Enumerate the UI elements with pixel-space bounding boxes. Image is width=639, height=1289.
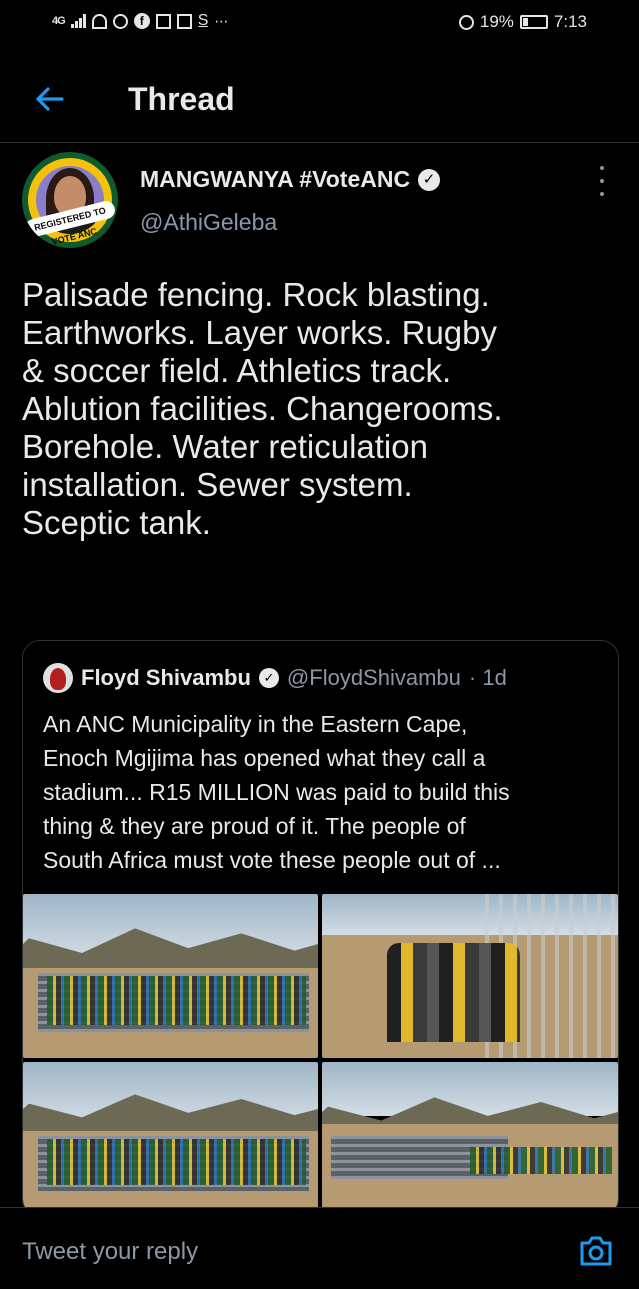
tweet-text: Palisade fencing. Rock blasting. Earthwo… (22, 276, 618, 542)
gallery-icon (176, 13, 192, 29)
tweet-text-line: Palisade fencing. Rock blasting. (22, 276, 490, 313)
tweet-text-line: installation. Sewer system. (22, 466, 413, 503)
tweet-text-line: Borehole. Water reticulation (22, 428, 428, 465)
quoted-text-line: South Africa must vote these people out … (43, 847, 501, 873)
author-name[interactable]: MANGWANYA #VoteANC (140, 166, 410, 193)
alarm-icon (458, 14, 474, 30)
quoted-tweet-header: Floyd Shivambu ✓ @FloydShivambu · 1d (43, 663, 507, 693)
quoted-text-line: Enoch Mgijima has opened what they call … (43, 745, 486, 771)
quoted-tweet-text: An ANC Municipality in the Eastern Cape,… (43, 707, 603, 877)
status-bar-right: 19% 7:13 (458, 12, 587, 32)
author-avatar[interactable]: REGISTERED TO VOTE ANC (22, 152, 118, 248)
reply-input[interactable]: Tweet your reply (22, 1238, 198, 1266)
status-bar-left: 4G f S̲ ⋯ (52, 12, 228, 30)
tweet-text-line: Ablution facilities. Changerooms. (22, 390, 503, 427)
news-icon (155, 13, 171, 29)
tweet-text-line: Earthworks. Layer works. Rugby (22, 314, 498, 351)
media-photo[interactable] (23, 894, 318, 1058)
media-grid (23, 894, 618, 1216)
quoted-author-avatar (43, 663, 73, 693)
quoted-timestamp: · 1d (468, 665, 507, 690)
app-header: Thread (0, 62, 639, 143)
author-handle[interactable]: @AthiGeleba (140, 209, 277, 236)
battery-percent: 19% (479, 12, 514, 31)
tweet-text-line: Sceptic tank. (22, 504, 211, 541)
back-arrow-icon[interactable] (30, 80, 68, 118)
signal-icon (70, 14, 86, 28)
quoted-text-line: stadium... R15 MILLION was paid to build… (43, 779, 510, 805)
currency-icon: S̲ (197, 12, 209, 29)
tweet-text-line: & soccer field. Athletics track. (22, 352, 452, 389)
media-photo[interactable] (23, 1062, 318, 1216)
quoted-tweet[interactable]: Floyd Shivambu ✓ @FloydShivambu · 1d An … (22, 640, 619, 1217)
more-notifications-icon: ⋯ (214, 12, 229, 29)
media-photo[interactable] (322, 1062, 618, 1216)
quoted-author-handle: @FloydShivambu (286, 665, 461, 690)
quoted-text-line: An ANC Municipality in the Eastern Cape, (43, 711, 468, 737)
reply-bar: Tweet your reply (0, 1207, 639, 1289)
author-name-row[interactable]: MANGWANYA #VoteANC ✓ (140, 166, 441, 193)
media-photo[interactable] (322, 894, 618, 1058)
quoted-text-line: thing & they are proud of it. The people… (43, 813, 466, 839)
facebook-icon: f (133, 13, 150, 29)
verified-badge-icon: ✓ (418, 168, 441, 191)
more-options-icon[interactable] (597, 166, 607, 196)
clock: 7:13 (553, 12, 587, 31)
battery-icon (519, 15, 548, 29)
network-type: 4G (52, 15, 66, 27)
wifi-icon (91, 13, 107, 29)
camera-icon[interactable] (578, 1233, 614, 1269)
quoted-author-name: Floyd Shivambu (81, 665, 251, 690)
status-bar: 4G f S̲ ⋯ 19% 7:13 (0, 0, 639, 46)
page-title: Thread (128, 81, 235, 117)
whatsapp-icon (112, 13, 128, 29)
verified-badge-icon: ✓ (258, 668, 279, 688)
